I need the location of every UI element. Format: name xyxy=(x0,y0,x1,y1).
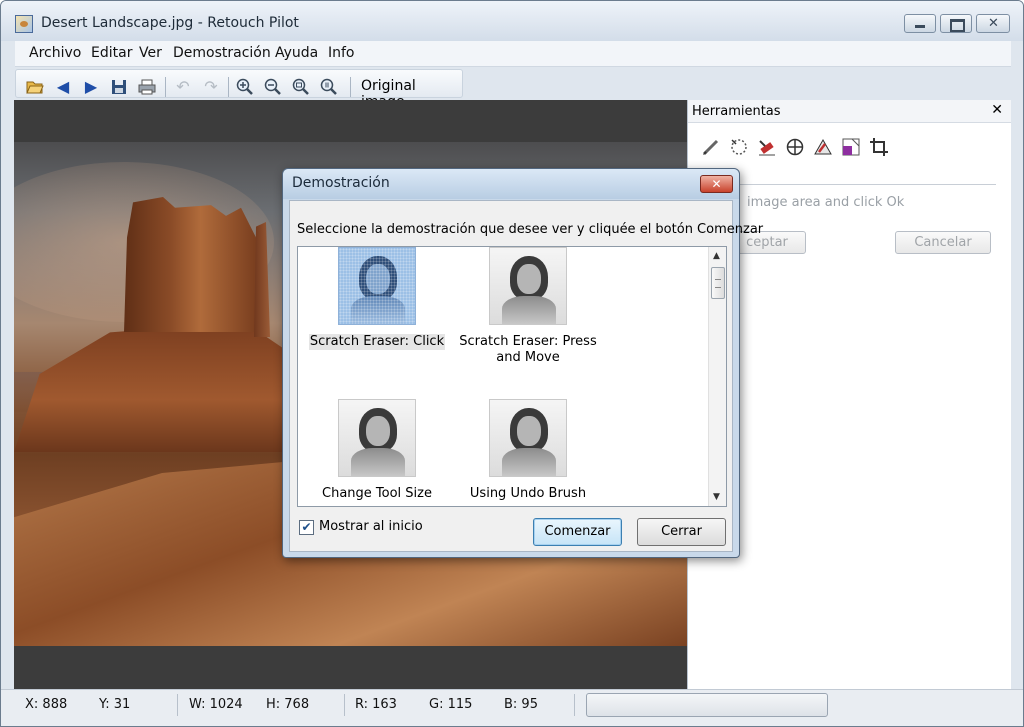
demo-list[interactable]: Scratch Eraser: Click Scratch Eraser: Pr… xyxy=(297,246,727,507)
scroll-thumb[interactable] xyxy=(711,267,725,299)
dialog-title-bar: Demostración ✕ xyxy=(283,169,739,199)
menu-info[interactable]: Info xyxy=(328,45,355,61)
dialog-close-button[interactable]: ✕ xyxy=(700,175,733,193)
demo-thumbnail xyxy=(489,399,567,477)
status-blue: B: 95 xyxy=(504,697,538,712)
demo-caption: Using Undo Brush xyxy=(469,486,587,501)
demo-item-change-tool-size[interactable]: Change Tool Size xyxy=(302,399,452,502)
menu-editar[interactable]: Editar xyxy=(91,45,132,61)
demo-caption: Scratch Eraser: Press and Move xyxy=(459,334,597,365)
scratch-eraser-icon[interactable] xyxy=(756,136,778,158)
menu-bar: Archivo Editar Ver Demostración Ayuda In… xyxy=(15,41,1011,67)
app-icon xyxy=(15,15,33,33)
demo-thumbnail xyxy=(489,247,567,325)
toolbar: ◀ ▶ ↶ ↷ Original xyxy=(15,67,1011,110)
dialog-body: Seleccione la demostración que desee ver… xyxy=(289,200,763,552)
status-y: Y: 31 xyxy=(99,697,131,712)
show-at-startup-checkbox[interactable]: ✔ xyxy=(299,520,314,535)
scroll-down-icon[interactable]: ▼ xyxy=(713,492,720,502)
status-bar: X: 888 Y: 31 W: 1024 H: 768 R: 163 G: 11… xyxy=(1,689,1023,726)
pencil-icon[interactable] xyxy=(700,136,722,158)
dialog-instruction: Seleccione la demostración que desee ver… xyxy=(297,222,764,237)
toolbar-strip: ◀ ▶ ↶ ↷ Original xyxy=(15,69,463,110)
fill-color-icon[interactable] xyxy=(840,136,862,158)
dialog-title: Demostración xyxy=(292,175,390,191)
crop-icon[interactable] xyxy=(868,136,890,158)
fix-brush-icon[interactable] xyxy=(812,136,834,158)
lasso-selection-icon[interactable] xyxy=(728,136,750,158)
status-red: R: 163 xyxy=(355,697,397,712)
zoom-out-icon[interactable] xyxy=(262,76,284,98)
demo-thumbnail xyxy=(338,247,416,325)
toolbar-separator xyxy=(350,77,351,97)
scroll-up-icon[interactable]: ▲ xyxy=(713,251,720,261)
zoom-actual-icon[interactable] xyxy=(318,76,340,98)
close-button[interactable]: Cerrar xyxy=(637,518,726,546)
close-icon[interactable]: ✕ xyxy=(991,102,1003,118)
status-green: G: 115 xyxy=(429,697,473,712)
menu-archivo[interactable]: Archivo xyxy=(29,45,81,61)
status-separator xyxy=(574,694,575,716)
close-window-button[interactable] xyxy=(976,14,1010,33)
status-separator xyxy=(177,694,178,716)
status-x: X: 888 xyxy=(25,697,68,712)
demo-dialog: Demostración ✕ Seleccione la demostració… xyxy=(282,168,763,558)
menu-ver[interactable]: Ver xyxy=(139,45,162,61)
demo-thumbnail xyxy=(338,399,416,477)
demo-item-scratch-eraser-click[interactable]: Scratch Eraser: Click xyxy=(302,247,452,350)
status-separator xyxy=(344,694,345,716)
zoom-in-icon[interactable] xyxy=(234,76,256,98)
status-height: H: 768 xyxy=(266,697,310,712)
start-button[interactable]: Comenzar xyxy=(533,518,622,546)
undo-icon[interactable]: ↶ xyxy=(172,76,194,98)
toolbar-separator xyxy=(165,77,166,97)
show-at-startup-label: Mostrar al inicio xyxy=(319,519,423,534)
zoom-fit-icon[interactable] xyxy=(290,76,312,98)
demo-item-scratch-eraser-press-move[interactable]: Scratch Eraser: Press and Move xyxy=(453,247,603,366)
cancel-button[interactable]: Cancelar xyxy=(895,231,991,254)
redo-icon[interactable]: ↷ xyxy=(200,76,222,98)
progress-bar xyxy=(586,693,828,717)
demo-caption: Scratch Eraser: Click xyxy=(308,334,446,350)
tools-panel-title: Herramientas xyxy=(692,104,781,119)
demo-item-using-undo-brush[interactable]: Using Undo Brush xyxy=(453,399,603,502)
list-scrollbar[interactable]: ▲ ▼ xyxy=(708,247,726,506)
title-bar: Desert Landscape.jpg - Retouch Pilot xyxy=(1,1,1023,41)
clone-stamp-icon[interactable] xyxy=(784,136,806,158)
maximize-button[interactable] xyxy=(940,14,972,33)
menu-demostracion[interactable]: Demostración xyxy=(173,45,271,61)
print-icon[interactable] xyxy=(136,76,158,98)
demo-caption: Change Tool Size xyxy=(322,486,432,501)
status-width: W: 1024 xyxy=(189,697,243,712)
open-folder-icon[interactable] xyxy=(24,76,46,98)
back-arrow-icon[interactable]: ◀ xyxy=(52,76,74,98)
tools-hint-text: image area and click Ok xyxy=(747,195,905,210)
minimize-button[interactable] xyxy=(904,14,936,33)
window-title: Desert Landscape.jpg - Retouch Pilot xyxy=(41,15,299,31)
tools-divider xyxy=(730,184,996,185)
save-icon[interactable] xyxy=(108,76,130,98)
forward-arrow-icon[interactable]: ▶ xyxy=(80,76,102,98)
tools-panel-header: Herramientas ✕ xyxy=(688,100,1011,123)
toolbar-separator xyxy=(228,77,229,97)
butte-rock xyxy=(124,197,268,332)
menu-ayuda[interactable]: Ayuda xyxy=(275,45,318,61)
